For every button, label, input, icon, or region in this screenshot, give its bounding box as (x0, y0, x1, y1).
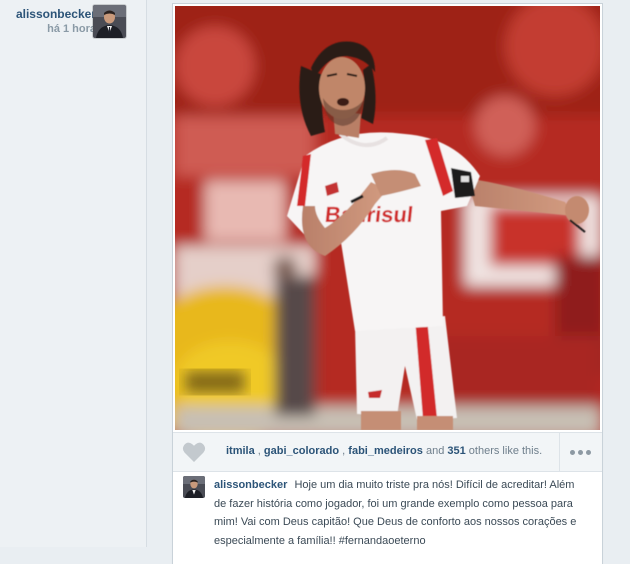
liker-link[interactable]: gabi_colorado (264, 445, 339, 457)
post-photo[interactable]: Banrisul (175, 6, 600, 430)
dot (578, 450, 583, 455)
liker-link[interactable]: itmila (226, 445, 255, 457)
caption-username[interactable]: alissonbecker (214, 479, 287, 491)
others-count[interactable]: 351 (447, 445, 465, 457)
dot (570, 450, 575, 455)
separator: , (257, 445, 261, 457)
post-timestamp[interactable]: há 1 hora (16, 22, 96, 36)
likes-summary: itmila , gabi_colorado , fabi_medeiros a… (226, 445, 542, 457)
and-word: and (425, 445, 445, 457)
author-username[interactable]: alissonbecker (16, 7, 96, 21)
post-card: Banrisul itmila , gabi_colorado , fabi_m… (173, 4, 602, 564)
left-rail: alissonbecker há 1 hora (0, 0, 147, 547)
others-suffix: others like this. (468, 445, 543, 457)
dot (586, 450, 591, 455)
caption-avatar[interactable] (183, 476, 205, 498)
separator: , (342, 445, 346, 457)
likes-bar: itmila , gabi_colorado , fabi_medeiros a… (173, 432, 602, 472)
author-avatar[interactable] (93, 5, 126, 38)
ellipsis-icon[interactable] (559, 433, 602, 471)
heart-icon[interactable] (182, 441, 206, 463)
liker-link[interactable]: fabi_medeiros (348, 445, 423, 457)
caption-text: alissonbecker Hoje um dia muito triste p… (214, 476, 584, 550)
author-block: alissonbecker há 1 hora (16, 7, 96, 36)
